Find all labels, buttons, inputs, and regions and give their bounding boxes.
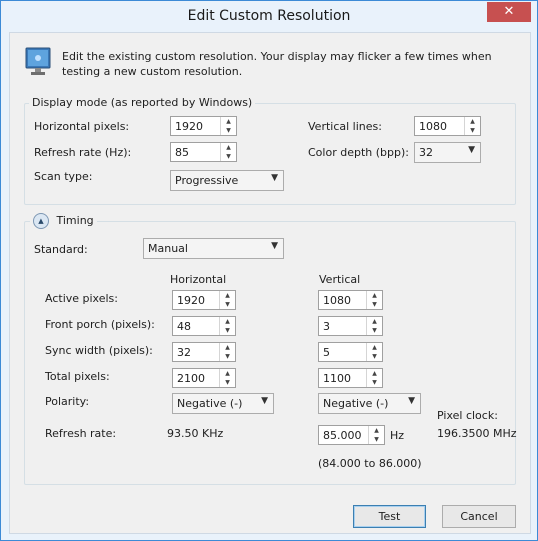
timing-legend-label: Timing xyxy=(56,214,94,227)
timing-refresh-label: Refresh rate: xyxy=(45,427,117,440)
chevron-down-icon: ▼ xyxy=(468,145,475,155)
horizontal-pixels-spinner[interactable]: 1920 ▲ ▼ xyxy=(170,116,237,136)
dialog-body: Edit the existing custom resolution. You… xyxy=(9,32,531,534)
sync-width-h-value: 32 xyxy=(177,346,191,359)
front-porch-v-spinner[interactable]: 3 ▲ ▼ xyxy=(318,316,383,336)
color-depth-value: 32 xyxy=(419,146,433,159)
refresh-rate-label: Refresh rate (Hz): xyxy=(34,146,132,159)
total-pixels-label: Total pixels: xyxy=(45,370,110,383)
refresh-rate-value: 85 xyxy=(175,146,189,159)
active-h-spinner[interactable]: 1920 ▲ ▼ xyxy=(172,290,236,310)
spin-down-icon[interactable]: ▼ xyxy=(220,378,235,387)
vertical-lines-value: 1080 xyxy=(419,120,447,133)
spin-up-icon[interactable]: ▲ xyxy=(220,369,235,378)
polarity-v-value: Negative (-) xyxy=(323,397,389,410)
active-h-value: 1920 xyxy=(177,294,205,307)
sync-width-v-spinner[interactable]: 5 ▲ ▼ xyxy=(318,342,383,362)
active-v-value: 1080 xyxy=(323,294,351,307)
color-depth-label: Color depth (bpp): xyxy=(308,146,409,159)
spin-up-icon[interactable]: ▲ xyxy=(367,317,382,326)
spin-down-icon[interactable]: ▼ xyxy=(367,378,382,387)
vertical-refresh-value: 85.000 xyxy=(323,429,362,442)
spin-up-icon[interactable]: ▲ xyxy=(220,317,235,326)
spin-up-icon[interactable]: ▲ xyxy=(367,369,382,378)
close-button[interactable]: ✕ xyxy=(487,2,531,22)
chevron-down-icon: ▼ xyxy=(261,396,268,406)
color-depth-select[interactable]: 32 ▼ xyxy=(414,142,481,163)
spin-up-icon[interactable]: ▲ xyxy=(367,291,382,300)
vertical-refresh-unit: Hz xyxy=(390,429,405,442)
horizontal-pixels-value: 1920 xyxy=(175,120,203,133)
timing-legend: ▲ Timing xyxy=(30,213,97,229)
cancel-button[interactable]: Cancel xyxy=(442,505,516,528)
total-h-spinner[interactable]: 2100 ▲ ▼ xyxy=(172,368,236,388)
standard-select[interactable]: Manual ▼ xyxy=(143,238,284,259)
sync-width-label: Sync width (pixels): xyxy=(45,344,153,357)
front-porch-h-spinner[interactable]: 48 ▲ ▼ xyxy=(172,316,236,336)
pixel-clock-label: Pixel clock: xyxy=(437,409,498,422)
dialog-window: Edit Custom Resolution ✕ Edit the existi… xyxy=(0,0,538,541)
spin-up-icon[interactable]: ▲ xyxy=(369,426,384,435)
collapse-icon[interactable]: ▲ xyxy=(33,213,49,229)
pixel-clock-value: 196.3500 MHz xyxy=(437,427,517,440)
spin-down-icon[interactable]: ▼ xyxy=(220,326,235,335)
spin-up-icon[interactable]: ▲ xyxy=(465,117,480,126)
scan-type-value: Progressive xyxy=(175,174,239,187)
spin-down-icon[interactable]: ▼ xyxy=(221,152,236,161)
scan-type-label: Scan type: xyxy=(34,170,93,183)
vertical-refresh-spinner[interactable]: 85.000 ▲ ▼ xyxy=(318,425,385,445)
spin-up-icon[interactable]: ▲ xyxy=(221,143,236,152)
polarity-label: Polarity: xyxy=(45,395,90,408)
monitor-icon xyxy=(25,47,51,75)
spin-down-icon[interactable]: ▼ xyxy=(220,300,235,309)
spin-up-icon[interactable]: ▲ xyxy=(221,117,236,126)
refresh-rate-spinner[interactable]: 85 ▲ ▼ xyxy=(170,142,237,162)
polarity-h-value: Negative (-) xyxy=(177,397,243,410)
front-porch-label: Front porch (pixels): xyxy=(45,318,155,331)
front-porch-v-value: 3 xyxy=(323,320,330,333)
chevron-down-icon: ▼ xyxy=(408,396,415,406)
scan-type-select[interactable]: Progressive ▼ xyxy=(170,170,284,191)
polarity-h-select[interactable]: Negative (-) ▼ xyxy=(172,393,274,414)
vertical-lines-spinner[interactable]: 1080 ▲ ▼ xyxy=(414,116,481,136)
vertical-column-header: Vertical xyxy=(319,273,361,286)
total-h-value: 2100 xyxy=(177,372,205,385)
sync-width-h-spinner[interactable]: 32 ▲ ▼ xyxy=(172,342,236,362)
refresh-range: (84.000 to 86.000) xyxy=(318,457,422,470)
spin-down-icon[interactable]: ▼ xyxy=(367,352,382,361)
horizontal-column-header: Horizontal xyxy=(170,273,227,286)
spin-down-icon[interactable]: ▼ xyxy=(367,326,382,335)
close-icon: ✕ xyxy=(503,4,515,19)
front-porch-h-value: 48 xyxy=(177,320,191,333)
spin-down-icon[interactable]: ▼ xyxy=(221,126,236,135)
test-button[interactable]: Test xyxy=(353,505,426,528)
active-pixels-label: Active pixels: xyxy=(45,292,118,305)
chevron-down-icon: ▼ xyxy=(271,241,278,251)
standard-value: Manual xyxy=(148,242,188,255)
spin-up-icon[interactable]: ▲ xyxy=(220,343,235,352)
spin-down-icon[interactable]: ▼ xyxy=(220,352,235,361)
window-title: Edit Custom Resolution xyxy=(187,8,351,24)
intro-text: Edit the existing custom resolution. You… xyxy=(62,50,492,78)
polarity-v-select[interactable]: Negative (-) ▼ xyxy=(318,393,421,414)
spin-up-icon[interactable]: ▲ xyxy=(220,291,235,300)
chevron-down-icon: ▼ xyxy=(271,173,278,183)
vertical-lines-label: Vertical lines: xyxy=(308,120,382,133)
active-v-spinner[interactable]: 1080 ▲ ▼ xyxy=(318,290,383,310)
horizontal-refresh-value: 93.50 KHz xyxy=(167,427,224,440)
sync-width-v-value: 5 xyxy=(323,346,330,359)
standard-label: Standard: xyxy=(34,243,88,256)
display-mode-legend: Display mode (as reported by Windows) xyxy=(29,96,256,109)
total-v-spinner[interactable]: 1100 ▲ ▼ xyxy=(318,368,383,388)
spin-down-icon[interactable]: ▼ xyxy=(369,435,384,444)
spin-up-icon[interactable]: ▲ xyxy=(367,343,382,352)
spin-down-icon[interactable]: ▼ xyxy=(465,126,480,135)
title-bar: Edit Custom Resolution ✕ xyxy=(1,1,537,31)
total-v-value: 1100 xyxy=(323,372,351,385)
spin-down-icon[interactable]: ▼ xyxy=(367,300,382,309)
horizontal-pixels-label: Horizontal pixels: xyxy=(34,120,130,133)
